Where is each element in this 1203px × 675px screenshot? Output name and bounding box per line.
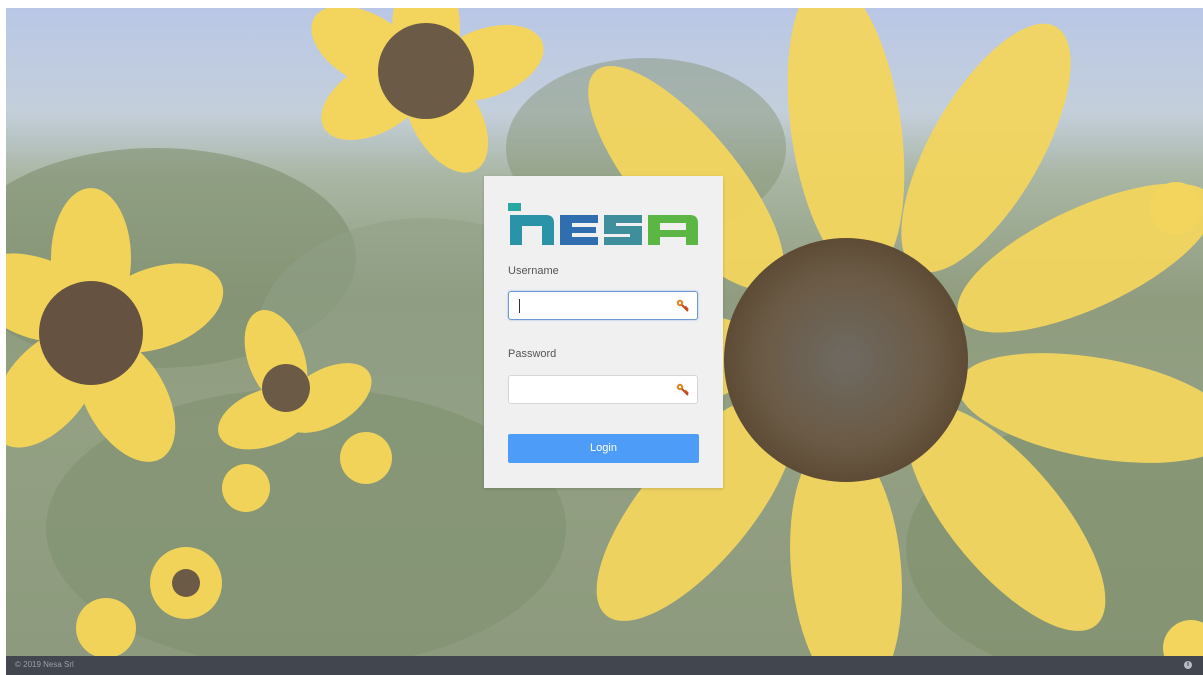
username-label: Username — [508, 265, 559, 277]
key-icon — [676, 299, 689, 312]
text-caret — [519, 299, 520, 313]
key-icon — [676, 383, 689, 396]
login-card: Username Password Login — [484, 176, 723, 488]
nesa-logo — [508, 203, 698, 245]
login-page: Username Password Login © 2019 Nesa Srl … — [0, 0, 1203, 675]
password-label: Password — [508, 348, 557, 360]
login-button[interactable]: Login — [508, 434, 699, 463]
username-input[interactable] — [517, 296, 677, 315]
password-field[interactable] — [508, 375, 698, 404]
username-field[interactable] — [508, 291, 698, 320]
copyright-text: © 2019 Nesa Srl — [15, 660, 74, 669]
password-input[interactable] — [517, 380, 677, 399]
info-icon[interactable]: i — [1184, 661, 1192, 669]
footer-bar: © 2019 Nesa Srl i — [6, 656, 1203, 675]
